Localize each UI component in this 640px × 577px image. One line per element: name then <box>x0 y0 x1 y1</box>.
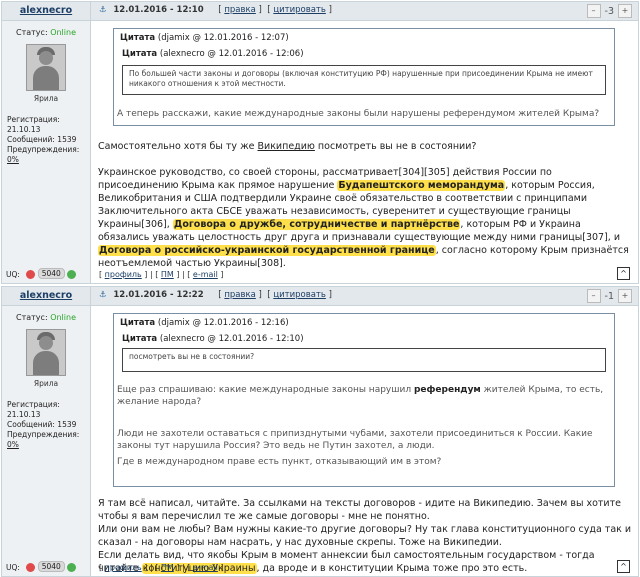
msgs-value: 1539 <box>57 135 77 144</box>
rating-up-button[interactable]: + <box>618 4 632 18</box>
quote-reply: Люди не захотели оставаться с припизднут… <box>117 429 593 451</box>
rating-down-button[interactable]: – <box>586 4 601 18</box>
quote-block: Цитата (djamix @ 12.01.2016 - 12:07) Цит… <box>113 28 615 126</box>
post-header: ⚓ 12.01.2016 - 12:10 [ правка ] [ цитиро… <box>91 2 638 21</box>
user-stats: Регистрация: 21.10.13 Сообщений: 1539 Пр… <box>7 115 90 165</box>
uq-score: 5040 <box>37 561 65 572</box>
rating-value: -3 <box>604 5 614 17</box>
uq-plus-icon[interactable] <box>67 563 77 572</box>
rating-value: -1 <box>604 290 614 302</box>
uq-rating: UQ: 5040 <box>6 268 77 279</box>
warn-value[interactable]: 0% <box>7 155 19 164</box>
anchor-icon[interactable]: ⚓ <box>99 5 107 15</box>
avatar-caption: Ярила <box>33 379 59 388</box>
uq-rating: UQ: 5040 <box>6 561 77 572</box>
forum-post: alexnecro Статус: Online Ярила Регистрац… <box>1 286 639 577</box>
scroll-top-icon[interactable]: ^ <box>617 560 630 573</box>
highlight-budapest: Будапештского меморандума <box>337 180 506 191</box>
rating-down-button[interactable]: – <box>586 289 601 303</box>
quote-reply: Где в международном праве есть пункт, от… <box>117 457 442 467</box>
warn-value[interactable]: 0% <box>7 440 19 449</box>
inner-quote-meta: (alexnecro @ 12.01.2016 - 12:06) <box>159 49 304 59</box>
quote-link[interactable]: цитировать <box>273 5 326 15</box>
msgs-label: Сообщений: <box>7 135 55 144</box>
post-rating: – -3 + <box>586 4 632 18</box>
avatar[interactable] <box>26 44 66 91</box>
uq-label: UQ: <box>6 270 20 279</box>
avatar-caption: Ярила <box>33 94 59 103</box>
quote-reply: Еще раз спрашиваю: какие международные з… <box>117 385 604 407</box>
quote-meta: (djamix @ 12.01.2016 - 12:07) <box>157 33 289 43</box>
post-content: ⚓ 12.01.2016 - 12:10 [ правка ] [ цитиро… <box>91 2 638 283</box>
rating-up-button[interactable]: + <box>618 289 632 303</box>
reg-label: Регистрация: <box>7 115 60 124</box>
username-link[interactable]: alexnecro <box>20 290 72 301</box>
author-header: alexnecro <box>2 287 90 306</box>
username-link[interactable]: alexnecro <box>20 5 72 16</box>
user-status: Статус: Online <box>2 313 90 322</box>
inner-quote-text: посмотреть вы не в состоянии? <box>129 352 255 361</box>
profile-link[interactable]: профиль <box>105 563 142 572</box>
author-panel: alexnecro Статус: Online Ярила Регистрац… <box>2 2 91 283</box>
post-date: 12.01.2016 - 12:22 <box>113 290 204 300</box>
email-link[interactable]: e-mail <box>193 270 218 279</box>
status-value: Online <box>50 28 76 37</box>
highlight-border-treaty: Договора о российско-украинской государс… <box>98 245 436 256</box>
profile-link[interactable]: профиль <box>105 270 142 279</box>
highlight-friendship-treaty: Договора о дружбе, сотрудничестве и парт… <box>172 219 461 230</box>
uq-label: UQ: <box>6 563 20 572</box>
post-body: Самостоятельно хотя бы ту же Википедию п… <box>98 141 629 269</box>
msgs-label: Сообщений: <box>7 420 55 429</box>
forum-post: alexnecro Статус: Online Ярила Регистрац… <box>1 1 639 284</box>
wikipedia-link[interactable]: Википедию <box>258 141 315 152</box>
user-status: Статус: Online <box>2 28 90 37</box>
avatar[interactable] <box>26 329 66 376</box>
quote-block: Цитата (djamix @ 12.01.2016 - 12:16) Цит… <box>113 313 615 487</box>
quote-label: Цитата <box>120 33 156 43</box>
edit-link[interactable]: правка <box>224 290 256 300</box>
inner-quote-meta: (alexnecro @ 12.01.2016 - 12:10) <box>159 334 304 344</box>
inner-quote: посмотреть вы не в состоянии? <box>122 348 606 372</box>
status-label: Статус: <box>16 313 48 322</box>
uq-minus-icon[interactable] <box>26 270 36 279</box>
post-rating: – -1 + <box>586 289 632 303</box>
post-footer: [ профиль ] | [ ПМ ] | [ e-mail ] <box>99 563 224 572</box>
quote-link[interactable]: цитировать <box>273 290 326 300</box>
email-link[interactable]: e-mail <box>193 563 218 572</box>
msgs-value: 1539 <box>57 420 77 429</box>
user-stats: Регистрация: 21.10.13 Сообщений: 1539 Пр… <box>7 400 90 450</box>
post-header: ⚓ 12.01.2016 - 12:22 [ правка ] [ цитиро… <box>91 287 638 306</box>
inner-quote-label: Цитата <box>122 334 158 344</box>
pm-link[interactable]: ПМ <box>161 270 174 279</box>
warn-label: Предупреждения: <box>7 145 80 154</box>
status-value: Online <box>50 313 76 322</box>
warn-label: Предупреждения: <box>7 430 80 439</box>
author-panel: alexnecro Статус: Online Ярила Регистрац… <box>2 287 91 576</box>
scroll-top-icon[interactable]: ^ <box>617 267 630 280</box>
post-footer: [ профиль ] | [ ПМ ] | [ e-mail ] <box>99 270 224 279</box>
quote-reply: А теперь расскажи, какие международные з… <box>117 109 600 119</box>
quote-label: Цитата <box>120 318 156 328</box>
status-label: Статус: <box>16 28 48 37</box>
uq-score: 5040 <box>37 268 65 279</box>
post-date: 12.01.2016 - 12:10 <box>113 5 204 15</box>
inner-quote: По большей части законы и договоры (вклю… <box>122 65 606 95</box>
pm-link[interactable]: ПМ <box>161 563 174 572</box>
edit-link[interactable]: правка <box>224 5 256 15</box>
author-header: alexnecro <box>2 2 90 21</box>
reg-label: Регистрация: <box>7 400 60 409</box>
inner-quote-text: По большей части законы и договоры (вклю… <box>129 69 593 88</box>
reg-value: 21.10.13 <box>7 125 41 134</box>
anchor-icon[interactable]: ⚓ <box>99 290 107 300</box>
post-content: ⚓ 12.01.2016 - 12:22 [ правка ] [ цитиро… <box>91 287 638 576</box>
uq-plus-icon[interactable] <box>67 270 77 279</box>
quote-meta: (djamix @ 12.01.2016 - 12:16) <box>157 318 289 328</box>
reg-value: 21.10.13 <box>7 410 41 419</box>
uq-minus-icon[interactable] <box>26 563 36 572</box>
inner-quote-label: Цитата <box>122 49 158 59</box>
